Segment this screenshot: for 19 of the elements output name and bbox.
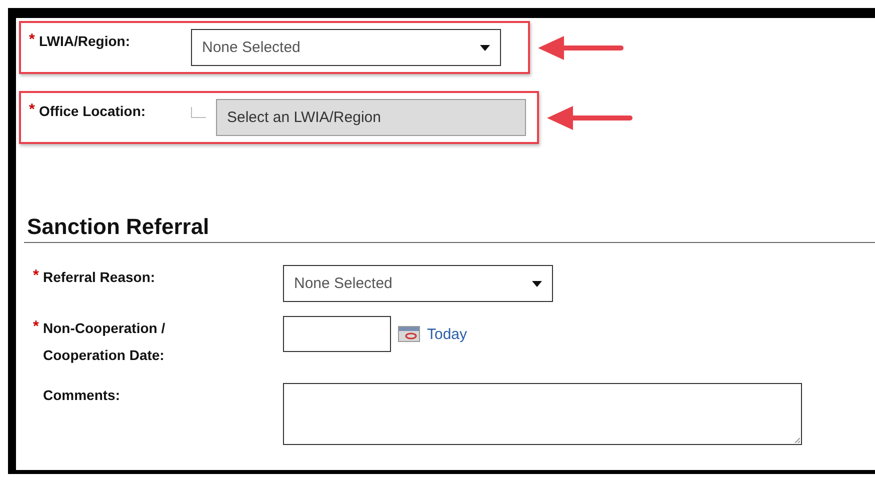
required-marker: * xyxy=(29,31,36,48)
field-label: Office Location: xyxy=(39,102,146,121)
required-marker: * xyxy=(33,318,40,335)
resize-grip-icon[interactable] xyxy=(794,437,800,443)
required-marker: * xyxy=(29,101,36,118)
date-field[interactable] xyxy=(283,316,391,352)
field-label: Comments: xyxy=(43,386,120,405)
comments-field[interactable] xyxy=(283,383,802,445)
caret-icon xyxy=(480,44,490,50)
calendar-icon[interactable] xyxy=(398,326,420,342)
today-link[interactable]: Today xyxy=(427,326,468,342)
caret-icon xyxy=(532,280,542,286)
field-label: LWIA/Region: xyxy=(39,32,130,51)
field-label: Non-Cooperation / Cooperation Date: xyxy=(43,319,166,365)
required-marker: * xyxy=(33,267,40,284)
dropdown[interactable]: None Selected xyxy=(191,29,501,66)
section-heading: Sanction Referral xyxy=(27,214,210,240)
field-label: Referral Reason: xyxy=(43,268,156,287)
dropdown[interactable]: None Selected xyxy=(283,265,553,302)
